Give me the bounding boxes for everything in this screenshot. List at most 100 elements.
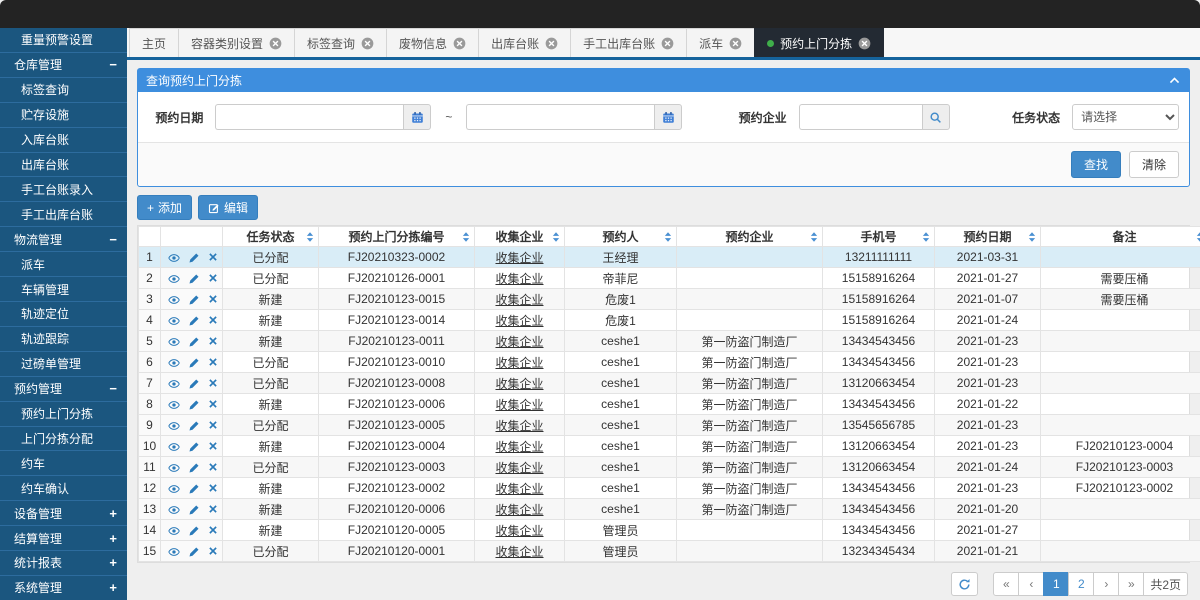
status-select[interactable]: 请选择: [1072, 104, 1179, 130]
table-row[interactable]: 4新建FJ20210123-0014收集企业危废1151589162642021…: [139, 310, 1200, 331]
view-icon[interactable]: [168, 504, 180, 516]
cell-collector[interactable]: 收集企业: [475, 268, 565, 289]
column-header[interactable]: 预约日期: [935, 227, 1041, 247]
close-icon[interactable]: [858, 37, 871, 50]
sidebar-item[interactable]: 手工台账录入: [0, 176, 127, 201]
collapse-icon[interactable]: −: [109, 57, 117, 72]
chevron-up-icon[interactable]: [1168, 74, 1181, 87]
sidebar-item[interactable]: 系统管理+: [0, 575, 127, 600]
sidebar-item[interactable]: 派车: [0, 251, 127, 276]
date-from-input[interactable]: [215, 104, 403, 130]
view-icon[interactable]: [168, 420, 180, 432]
view-icon[interactable]: [168, 483, 180, 495]
delete-icon[interactable]: [208, 315, 220, 327]
table-row[interactable]: 12新建FJ20210123-0002收集企业ceshe1第一防盗门制造厂134…: [139, 478, 1200, 499]
table-row[interactable]: 11已分配FJ20210123-0003收集企业ceshe1第一防盗门制造厂13…: [139, 457, 1200, 478]
close-icon[interactable]: [661, 37, 674, 50]
edit-row-icon[interactable]: [188, 357, 200, 369]
date-to-input[interactable]: [466, 104, 654, 130]
sidebar-item[interactable]: 手工出库台账: [0, 201, 127, 226]
view-icon[interactable]: [168, 336, 180, 348]
delete-icon[interactable]: [208, 399, 220, 411]
last-page-button[interactable]: »: [1118, 572, 1144, 596]
sort-icon[interactable]: [922, 231, 930, 242]
sidebar-item[interactable]: 设备管理+: [0, 500, 127, 525]
table-row[interactable]: 7已分配FJ20210123-0008收集企业ceshe1第一防盗门制造厂131…: [139, 373, 1200, 394]
expand-icon[interactable]: +: [109, 555, 117, 570]
view-icon[interactable]: [168, 357, 180, 369]
tab-active[interactable]: 预约上门分拣: [754, 28, 884, 57]
delete-icon[interactable]: [208, 336, 220, 348]
table-row[interactable]: 10新建FJ20210123-0004收集企业ceshe1第一防盗门制造厂131…: [139, 436, 1200, 457]
edit-row-icon[interactable]: [188, 252, 200, 264]
sidebar-item[interactable]: 约车: [0, 450, 127, 475]
sidebar-item[interactable]: 约车确认: [0, 475, 127, 500]
edit-row-icon[interactable]: [188, 441, 200, 453]
edit-row-icon[interactable]: [188, 525, 200, 537]
table-row[interactable]: 9已分配FJ20210123-0005收集企业ceshe1第一防盗门制造厂135…: [139, 415, 1200, 436]
sidebar-item[interactable]: 统计报表+: [0, 550, 127, 575]
sidebar-item[interactable]: 上门分拣分配: [0, 426, 127, 451]
view-icon[interactable]: [168, 546, 180, 558]
page-button[interactable]: 2: [1068, 572, 1094, 596]
view-icon[interactable]: [168, 315, 180, 327]
cell-collector[interactable]: 收集企业: [475, 520, 565, 541]
edit-row-icon[interactable]: [188, 273, 200, 285]
search-button[interactable]: 查找: [1071, 151, 1121, 178]
cell-collector[interactable]: 收集企业: [475, 541, 565, 562]
cell-collector[interactable]: 收集企业: [475, 247, 565, 268]
delete-icon[interactable]: [208, 525, 220, 537]
table-row[interactable]: 3新建FJ20210123-0015收集企业危废1151589162642021…: [139, 289, 1200, 310]
expand-icon[interactable]: +: [109, 580, 117, 595]
sidebar-item[interactable]: 物流管理−: [0, 226, 127, 251]
sidebar-item[interactable]: 出库台账: [0, 152, 127, 177]
cell-collector[interactable]: 收集企业: [475, 289, 565, 310]
sort-icon[interactable]: [1028, 231, 1036, 242]
delete-icon[interactable]: [208, 546, 220, 558]
edit-row-icon[interactable]: [188, 399, 200, 411]
sidebar-item[interactable]: 预约上门分拣: [0, 401, 127, 426]
edit-row-icon[interactable]: [188, 483, 200, 495]
column-header[interactable]: 手机号: [823, 227, 935, 247]
sidebar-item[interactable]: 仓库管理−: [0, 52, 127, 77]
expand-icon[interactable]: +: [109, 506, 117, 521]
edit-button[interactable]: 编辑: [198, 195, 258, 220]
sort-icon[interactable]: [1196, 231, 1200, 242]
delete-icon[interactable]: [208, 273, 220, 285]
delete-icon[interactable]: [208, 420, 220, 432]
table-row[interactable]: 13新建FJ20210120-0006收集企业ceshe1第一防盗门制造厂134…: [139, 499, 1200, 520]
cell-collector[interactable]: 收集企业: [475, 478, 565, 499]
delete-icon[interactable]: [208, 483, 220, 495]
close-icon[interactable]: [729, 37, 742, 50]
sidebar-item[interactable]: 轨迹跟踪: [0, 326, 127, 351]
prev-page-button[interactable]: ‹: [1018, 572, 1044, 596]
delete-icon[interactable]: [208, 378, 220, 390]
company-input[interactable]: [799, 104, 922, 130]
sidebar-item[interactable]: 过磅单管理: [0, 351, 127, 376]
edit-row-icon[interactable]: [188, 462, 200, 474]
close-icon[interactable]: [269, 37, 282, 50]
edit-row-icon[interactable]: [188, 294, 200, 306]
cell-collector[interactable]: 收集企业: [475, 352, 565, 373]
search-icon[interactable]: [922, 104, 950, 130]
cell-collector[interactable]: 收集企业: [475, 373, 565, 394]
edit-row-icon[interactable]: [188, 315, 200, 327]
column-header[interactable]: 预约上门分拣编号: [319, 227, 475, 247]
delete-icon[interactable]: [208, 357, 220, 369]
edit-row-icon[interactable]: [188, 504, 200, 516]
column-header[interactable]: 收集企业: [475, 227, 565, 247]
close-icon[interactable]: [453, 37, 466, 50]
table-row[interactable]: 2已分配FJ20210126-0001收集企业帝菲尼15158916264202…: [139, 268, 1200, 289]
sort-icon[interactable]: [810, 231, 818, 242]
tab[interactable]: 主页: [129, 28, 179, 57]
view-icon[interactable]: [168, 525, 180, 537]
refresh-button[interactable]: [951, 572, 978, 596]
table-row[interactable]: 8新建FJ20210123-0006收集企业ceshe1第一防盗门制造厂1343…: [139, 394, 1200, 415]
delete-icon[interactable]: [208, 294, 220, 306]
sidebar-item[interactable]: 贮存设施: [0, 102, 127, 127]
table-row[interactable]: 5新建FJ20210123-0011收集企业ceshe1第一防盗门制造厂1343…: [139, 331, 1200, 352]
cell-collector[interactable]: 收集企业: [475, 331, 565, 352]
table-row[interactable]: 14新建FJ20210120-0005收集企业管理员13434543456202…: [139, 520, 1200, 541]
sidebar-item[interactable]: 车辆管理: [0, 276, 127, 301]
view-icon[interactable]: [168, 399, 180, 411]
